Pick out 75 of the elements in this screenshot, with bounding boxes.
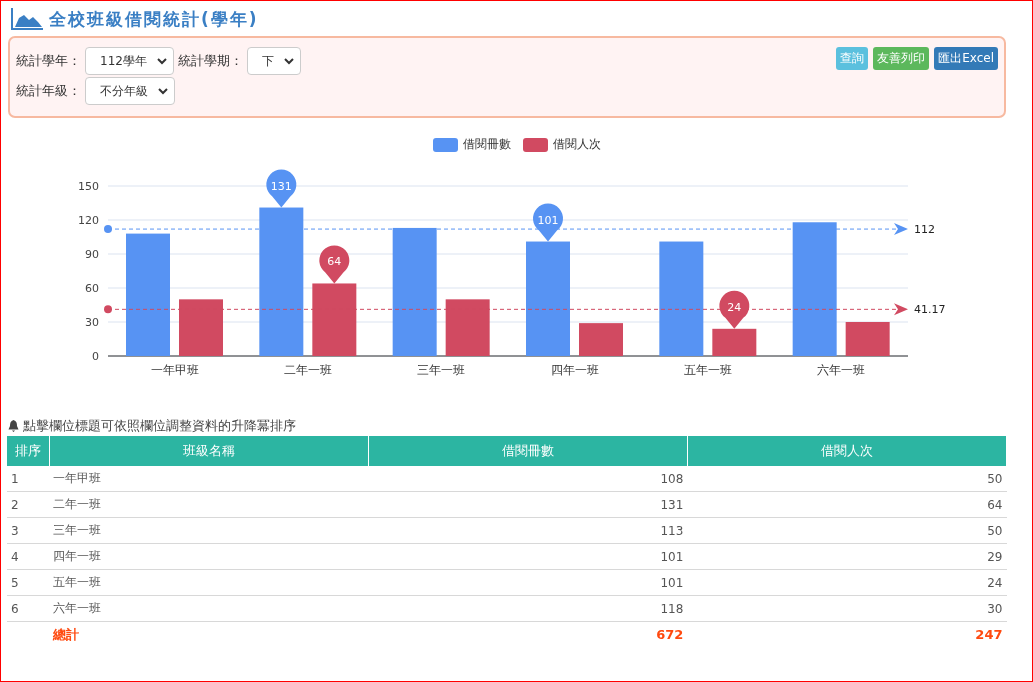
x-tick-label: 五年一班 [684,363,732,377]
line-start-dot [104,305,112,314]
y-tick-label: 150 [78,180,99,193]
annotation: 24 [727,300,742,314]
table-cell: 二年一班 [49,491,369,518]
value-pin: 101 [533,203,563,242]
table-cell: 30 [687,595,1007,622]
column-header[interactable]: 借閱人次 [687,436,1007,466]
arrowhead-icon [894,223,908,236]
table-cell: 64 [687,491,1007,518]
chevron-down-icon [158,87,168,95]
y-tick-label: 30 [85,316,99,329]
select-field[interactable]: 不分年級 [85,77,175,105]
total-label: 總計 [49,621,369,647]
x-tick-label: 六年一班 [817,363,866,377]
table-cell: 五年一班 [49,569,369,596]
chevron-down-icon [156,57,167,65]
table-cell: 50 [687,517,1007,544]
action-button[interactable]: 匯出Excel [934,47,998,70]
table-cell: 四年一班 [49,543,369,570]
table-cell: 108 [368,466,688,492]
y-tick-label: 120 [78,214,99,227]
table-cell: 六年一班 [49,595,369,622]
page-title: 全校班級借閱統計(學年) [49,7,259,31]
x-tick-label: 二年一班 [284,363,332,377]
value-pin: 131 [266,169,297,208]
area-chart-icon [11,8,43,30]
annotation: 64 [327,255,342,269]
table-cell: 24 [687,569,1007,596]
table-cell: 2 [7,491,50,518]
column-header[interactable]: 排序 [7,436,50,466]
legend-label: 借閱冊數 [462,136,511,153]
y-tick-label: 60 [85,282,99,295]
table-cell: 1 [7,466,50,492]
table-cell: 118 [368,595,688,622]
action-button[interactable]: 查詢 [836,47,869,70]
legend-label: 借閱人次 [552,136,601,153]
table-cell: 4 [7,543,50,570]
table-cell: 131 [368,491,688,518]
average-label: 112 [914,223,935,237]
table-cell: 一年甲班 [49,466,369,492]
table-cell: 101 [368,569,688,596]
table-cell: 29 [687,543,1007,570]
table-cell: 6 [7,595,50,622]
annotation: 101 [537,213,559,227]
value-pin: 24 [719,290,750,329]
x-tick-label: 一年甲班 [150,363,199,377]
x-tick-label: 三年一班 [417,363,466,377]
filter-label: 統計學期： [177,52,243,70]
column-header[interactable]: 借閱冊數 [368,436,688,466]
table-cell: 三年一班 [49,517,369,544]
average-label: 41.17 [914,303,946,317]
filter-label: 統計學年： [16,52,81,70]
chevron-down-icon [283,57,294,65]
column-header[interactable]: 班級名稱 [49,436,369,466]
select-field[interactable]: 下 [246,47,301,75]
total-cell: 672 [368,621,688,647]
value-pin: 64 [319,245,350,284]
arrowhead-icon [894,303,908,316]
y-tick-label: 90 [85,248,99,261]
table-cell: 101 [368,543,688,570]
bell-icon [8,420,19,432]
sort-hint: 點擊欄位標題可依照欄位調整資料的升降冪排序 [23,417,296,435]
x-tick-label: 四年一班 [550,363,599,377]
table-cell: 50 [687,466,1007,492]
table-cell: 5 [7,569,50,596]
line-start-dot [104,225,112,234]
table-cell: 113 [368,517,688,544]
select-field[interactable]: 112學年 [85,47,174,75]
y-tick-label: 0 [92,350,99,363]
action-button[interactable]: 友善列印 [873,47,930,70]
annotation: 131 [270,179,292,193]
filter-label: 統計年級： [16,82,81,100]
table-cell: 3 [7,517,50,544]
total-cell: 247 [687,621,1007,647]
